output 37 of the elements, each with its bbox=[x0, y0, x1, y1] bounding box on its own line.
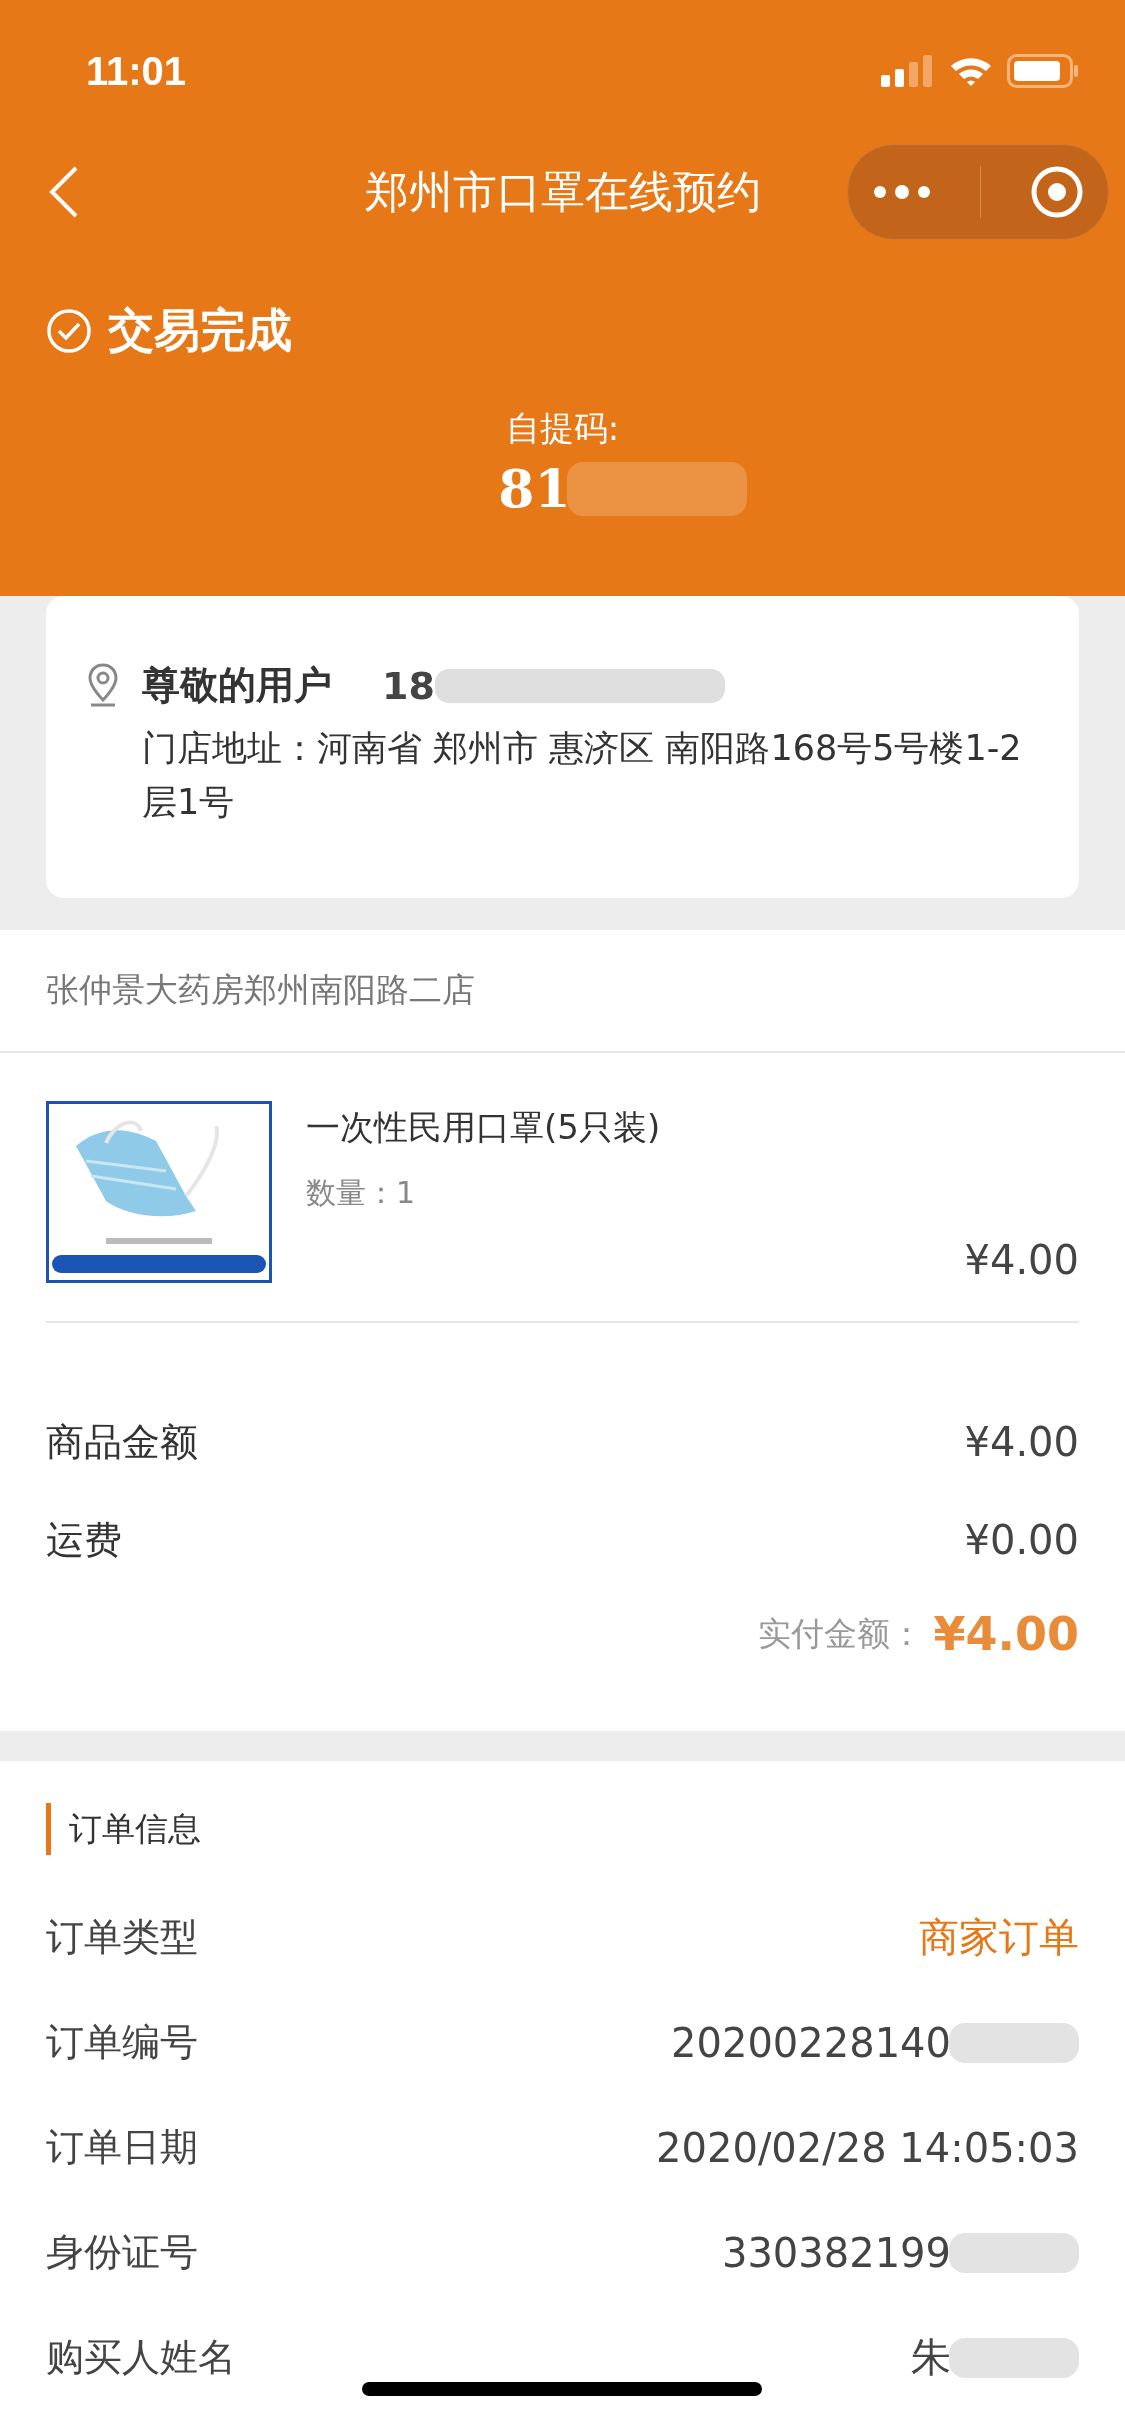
store-name: 张仲景大药房郑州南阳路二店 bbox=[0, 930, 1125, 1053]
summary-value: ¥4.00 bbox=[964, 1419, 1079, 1465]
product-price: ¥4.00 bbox=[963, 1237, 1079, 1283]
more-icon[interactable] bbox=[872, 184, 931, 200]
info-value: 朱 bbox=[911, 2333, 951, 2382]
summary-label: 商品金额 bbox=[46, 1418, 198, 1466]
info-label: 订单日期 bbox=[46, 2124, 198, 2171]
info-label: 购买人姓名 bbox=[46, 2334, 236, 2381]
wifi-icon bbox=[949, 55, 993, 87]
info-value: 商家订单 bbox=[919, 1913, 1079, 1962]
product-title: 一次性民用口罩(5只装) bbox=[306, 1106, 662, 1149]
total-label: 实付金额： bbox=[758, 1612, 924, 1655]
summary-label: 运费 bbox=[46, 1516, 122, 1564]
user-name: 尊敬的用户 bbox=[142, 662, 332, 709]
check-circle-icon bbox=[46, 308, 92, 354]
info-value: 2020/02/28 14:05:03 bbox=[656, 2124, 1079, 2171]
info-label: 订单编号 bbox=[46, 2019, 198, 2066]
pickup-label: 自提码: bbox=[504, 407, 621, 450]
status-time: 11:01 bbox=[86, 48, 187, 94]
info-label: 订单类型 bbox=[46, 1914, 198, 1961]
summary-value: ¥0.00 bbox=[964, 1517, 1079, 1563]
page-title: 郑州市口罩在线预约 bbox=[363, 164, 762, 219]
info-value: 20200228140 bbox=[671, 2019, 951, 2066]
battery-icon bbox=[1007, 54, 1079, 88]
back-icon[interactable] bbox=[48, 165, 80, 219]
close-icon[interactable] bbox=[1029, 165, 1084, 219]
pickup-code: 81 bbox=[498, 458, 571, 519]
location-pin-icon bbox=[86, 662, 120, 708]
product-quantity: 数量：1 bbox=[306, 1174, 417, 1212]
section-title: 订单信息 bbox=[69, 1807, 201, 1850]
total-value: ¥4.00 bbox=[933, 1607, 1079, 1661]
status-label: 交易完成 bbox=[108, 302, 292, 359]
info-label: 身份证号 bbox=[46, 2229, 198, 2276]
info-value: 330382199 bbox=[721, 2229, 951, 2276]
signal-icon bbox=[881, 55, 935, 87]
store-address: 门店地址：河南省 郑州市 惠济区 南阳路168号5号楼1-2层1号 bbox=[142, 727, 1023, 824]
phone-number: 18 bbox=[382, 663, 435, 708]
